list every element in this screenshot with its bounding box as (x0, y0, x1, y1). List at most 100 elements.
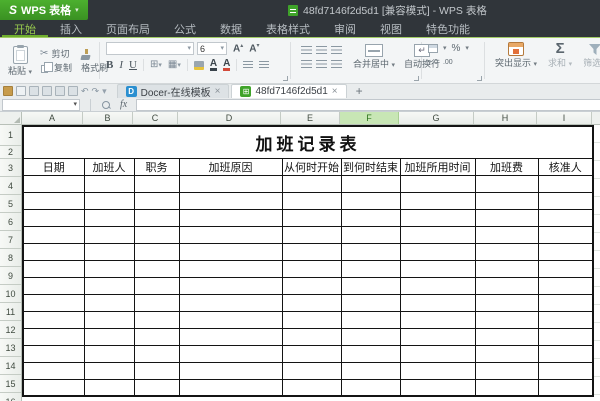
table-cell[interactable] (474, 276, 539, 295)
save-icon[interactable] (16, 86, 26, 96)
toolbar-more-icon[interactable]: ▾ (102, 86, 107, 96)
copy-button[interactable]: 复制 (40, 62, 72, 73)
table-cell[interactable] (83, 242, 135, 261)
table-cell[interactable] (340, 293, 401, 312)
table-cell[interactable] (83, 174, 135, 193)
table-cell[interactable] (537, 361, 594, 380)
table-cell[interactable] (281, 242, 342, 261)
table-cell[interactable] (281, 327, 342, 346)
search-icon[interactable] (101, 100, 111, 110)
table-cell[interactable] (281, 191, 342, 210)
table-cell[interactable] (83, 378, 135, 397)
table-cell[interactable] (22, 310, 85, 329)
select-all-corner[interactable] (0, 112, 22, 125)
table-cell[interactable] (399, 276, 476, 295)
menu-tab-table-style[interactable]: 表格样式 (254, 20, 322, 37)
row-header-10[interactable]: 10 (0, 285, 21, 303)
table-title-cell[interactable]: 加班记录表 (22, 125, 594, 159)
table-cell[interactable] (474, 293, 539, 312)
decrease-font-size-button[interactable]: A▾ (249, 43, 259, 54)
table-cell[interactable] (133, 174, 180, 193)
align-middle-button[interactable] (316, 46, 327, 54)
underline-button[interactable]: U (129, 59, 137, 71)
table-cell[interactable] (22, 259, 85, 278)
table-cell[interactable] (178, 174, 283, 193)
table-cell[interactable] (537, 310, 594, 329)
menu-tab-formulas[interactable]: 公式 (162, 20, 208, 37)
table-cell[interactable] (474, 378, 539, 397)
table-cell[interactable] (178, 327, 283, 346)
table-cell[interactable] (133, 191, 180, 210)
font-group-expand-button[interactable] (283, 76, 288, 81)
row-header-3[interactable]: 3 (0, 159, 21, 177)
table-cell[interactable] (340, 378, 401, 397)
header-cell-reason[interactable]: 加班原因 (178, 157, 283, 176)
table-cell[interactable] (537, 225, 594, 244)
table-cell[interactable] (133, 361, 180, 380)
column-header-I[interactable]: I (537, 112, 592, 124)
table-cell[interactable] (340, 225, 401, 244)
row-header-8[interactable]: 8 (0, 249, 21, 267)
decrease-decimal-button[interactable]: .00 (443, 59, 453, 66)
redo-icon[interactable]: ↷ (92, 86, 100, 96)
table-cell[interactable] (340, 174, 401, 193)
menu-tab-special-features[interactable]: 特色功能 (414, 20, 482, 37)
table-cell[interactable] (83, 276, 135, 295)
table-cell[interactable] (281, 361, 342, 380)
menu-tab-page-layout[interactable]: 页面布局 (94, 20, 162, 37)
table-cell[interactable] (22, 293, 85, 312)
menu-tab-insert[interactable]: 插入 (48, 20, 94, 37)
cut-button[interactable]: ✂ 剪切 (40, 49, 72, 59)
column-header-B[interactable]: B (83, 112, 133, 124)
align-center-button[interactable] (316, 60, 327, 68)
table-cell[interactable] (474, 259, 539, 278)
table-cell[interactable] (474, 344, 539, 363)
table-cell[interactable] (281, 276, 342, 295)
table-cell[interactable] (474, 174, 539, 193)
fill-color-button[interactable] (193, 60, 204, 70)
table-cell[interactable] (340, 242, 401, 261)
table-cell[interactable] (340, 361, 401, 380)
cell-shading-button[interactable]: ▦▾ (168, 60, 181, 70)
table-cell[interactable] (399, 208, 476, 227)
decrease-indent-button[interactable] (243, 61, 254, 69)
table-cell[interactable] (83, 310, 135, 329)
new-file-icon[interactable] (3, 86, 13, 96)
table-cell[interactable] (178, 208, 283, 227)
table-cell[interactable] (133, 293, 180, 312)
table-cell[interactable] (22, 276, 85, 295)
table-cell[interactable] (399, 327, 476, 346)
header-cell-duration[interactable]: 加班所用时间 (399, 157, 476, 176)
align-right-button[interactable] (331, 60, 342, 68)
chevron-down-icon[interactable]: ▾ (443, 45, 447, 52)
italic-button[interactable]: I (119, 59, 123, 71)
formula-input[interactable] (136, 98, 600, 111)
export-icon[interactable] (29, 86, 39, 96)
table-cell[interactable] (399, 344, 476, 363)
wps-menu-button[interactable]: S WPS 表格 ▾ (0, 0, 88, 20)
font-size-combobox[interactable]: 6 ▾ (197, 42, 227, 55)
header-cell-pay[interactable]: 加班费 (474, 157, 539, 176)
table-cell[interactable] (178, 361, 283, 380)
table-cell[interactable] (281, 259, 342, 278)
row-header-1[interactable]: 1 (0, 125, 21, 146)
table-cell[interactable] (537, 276, 594, 295)
close-icon[interactable]: × (332, 86, 338, 97)
alignment-group-expand-button[interactable] (414, 76, 419, 81)
font-color-button[interactable]: A (209, 59, 218, 71)
header-cell-date[interactable]: 日期 (22, 157, 85, 176)
table-cell[interactable] (22, 191, 85, 210)
table-cell[interactable] (340, 259, 401, 278)
table-cell[interactable] (83, 259, 135, 278)
paste-button[interactable]: 粘贴 ▾ (8, 45, 32, 76)
table-cell[interactable] (133, 208, 180, 227)
table-cell[interactable] (83, 344, 135, 363)
column-header-H[interactable]: H (474, 112, 537, 124)
table-cell[interactable] (474, 327, 539, 346)
table-cell[interactable] (281, 378, 342, 397)
table-cell[interactable] (399, 310, 476, 329)
header-cell-start-time[interactable]: 从何时开始 (281, 157, 342, 176)
table-cell[interactable] (178, 344, 283, 363)
insert-function-button[interactable]: fx (120, 99, 127, 110)
table-cell[interactable] (281, 293, 342, 312)
